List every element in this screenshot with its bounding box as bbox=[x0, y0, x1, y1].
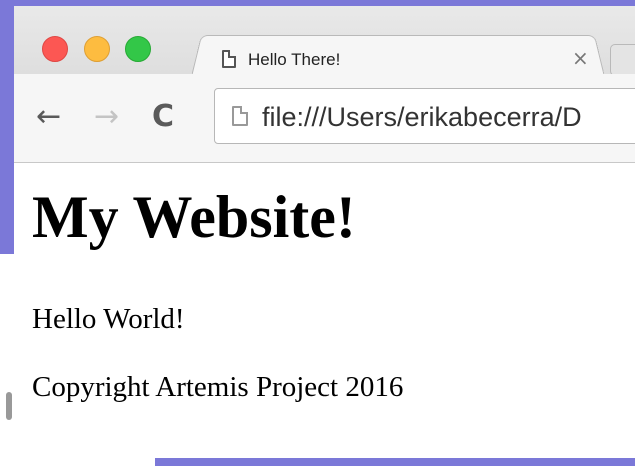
new-tab-button[interactable] bbox=[610, 44, 635, 76]
window-close-button[interactable] bbox=[42, 36, 68, 62]
tab-title: Hello There! bbox=[248, 50, 341, 69]
page-paragraph: Hello World! bbox=[32, 303, 185, 335]
slide-edge-mark bbox=[6, 392, 12, 420]
page-icon bbox=[222, 50, 236, 68]
browser-window: Hello There! × ← → C file:///Users/erika… bbox=[14, 6, 635, 458]
slide-background-bottom bbox=[155, 458, 635, 466]
page-icon bbox=[232, 106, 248, 126]
slide-background-left bbox=[0, 0, 14, 254]
slide-background-left-white bbox=[0, 254, 14, 466]
address-bar-url[interactable]: file:///Users/erikabecerra/D bbox=[262, 102, 582, 133]
window-zoom-button[interactable] bbox=[125, 36, 151, 62]
page-content: My Website! Hello World! Copyright Artem… bbox=[14, 163, 635, 458]
page-heading: My Website! bbox=[32, 184, 356, 250]
browser-tab-content[interactable]: Hello There! × bbox=[204, 36, 604, 76]
back-arrow-icon[interactable]: ← bbox=[36, 102, 61, 132]
tab-close-icon[interactable]: × bbox=[572, 46, 589, 70]
reload-icon[interactable]: C bbox=[152, 102, 174, 132]
forward-arrow-icon[interactable]: → bbox=[94, 102, 119, 132]
window-minimize-button[interactable] bbox=[84, 36, 110, 62]
page-paragraph: Copyright Artemis Project 2016 bbox=[32, 371, 404, 403]
